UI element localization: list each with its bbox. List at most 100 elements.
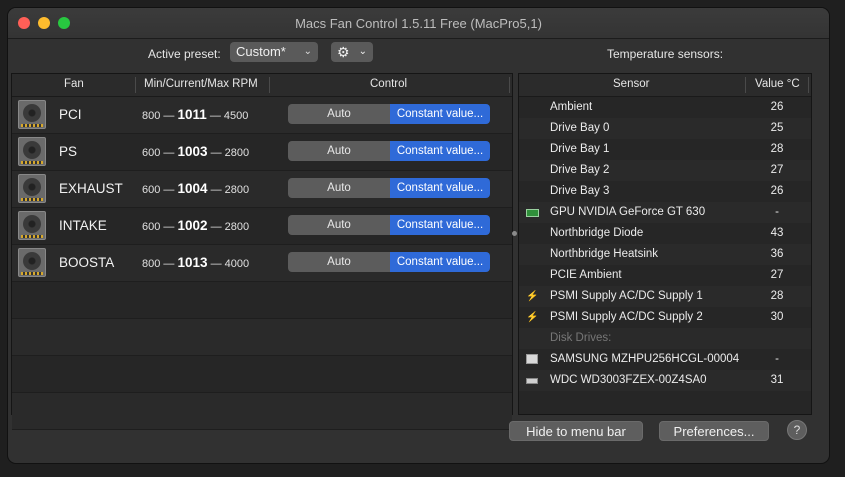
fan-rpm-current: 1002 <box>177 218 208 233</box>
gear-icon: ⚙ <box>337 44 350 60</box>
sensor-row[interactable]: Ambient 26 <box>519 97 811 118</box>
sensor-table: Sensor Value °C Ambient 26 Drive Bay 0 25 Dr… <box>518 73 812 415</box>
sensor-name: Drive Bay 2 <box>550 164 610 176</box>
sensor-rows: Ambient 26 Drive Bay 0 25 Drive Bay 1 28 Drive… <box>519 97 811 391</box>
sensor-name: WDC WD3003FZEX-00Z4SA0 <box>550 374 707 386</box>
fan-auto-button[interactable]: Auto <box>288 141 390 161</box>
fan-icon <box>18 248 46 277</box>
settings-menu-button[interactable]: ⚙ ⌄ <box>331 42 373 62</box>
hdd-icon <box>526 378 538 384</box>
fan-icon <box>18 211 46 240</box>
sensor-value: - <box>775 353 779 365</box>
sensor-row[interactable]: GPU NVIDIA GeForce GT 630 - <box>519 202 811 223</box>
fan-name: PCI <box>59 107 82 122</box>
column-header-control[interactable]: Control <box>370 78 407 90</box>
fan-row: EXHAUST 600 — 1004 — 2800 Auto Constant val… <box>12 171 512 208</box>
sensor-name: Northbridge Heatsink <box>550 248 659 260</box>
sensor-name: Ambient <box>550 101 593 113</box>
fan-rpm-max: 2800 <box>224 147 250 159</box>
fan-rpm-current: 1004 <box>177 181 208 196</box>
fan-constant-value-button[interactable]: Constant value... <box>390 215 490 235</box>
active-preset-label: Active preset: <box>148 47 221 61</box>
fan-rpm: 800 — 1011 — 4500 <box>142 107 249 122</box>
sensor-value: 26 <box>770 185 784 197</box>
fan-row: PS 600 — 1003 — 2800 Auto Constant value... <box>12 134 512 171</box>
sensor-table-header: Sensor Value °C <box>519 74 811 97</box>
sensor-row[interactable]: Drive Bay 1 28 <box>519 139 811 160</box>
sensor-value: 27 <box>770 269 784 281</box>
preferences-button[interactable]: Preferences... <box>659 421 769 441</box>
fan-row: PCI 800 — 1011 — 4500 Auto Constant value..… <box>12 97 512 134</box>
chevron-updown-icon: ⌄ <box>303 46 312 57</box>
fan-control-segmented: Auto Constant value... <box>288 252 490 272</box>
title-bar: Macs Fan Control 1.5.11 Free (MacPro5,1) <box>8 8 829 39</box>
sensor-row[interactable]: SAMSUNG MZHPU256HCGL-00004 - <box>519 349 811 370</box>
fan-icon <box>18 100 46 129</box>
ssd-icon <box>526 354 538 364</box>
sensor-row[interactable]: Drive Bay 0 25 <box>519 118 811 139</box>
column-header-rpm[interactable]: Min/Current/Max RPM <box>144 78 258 90</box>
column-header-sensor[interactable]: Sensor <box>613 78 649 90</box>
sensor-row[interactable]: Northbridge Heatsink 36 <box>519 244 811 265</box>
sensor-row[interactable]: ⚡ PSMI Supply AC/DC Supply 1 28 <box>519 286 811 307</box>
fan-name: INTAKE <box>59 218 107 233</box>
sensor-name: SAMSUNG MZHPU256HCGL-00004 <box>550 353 740 365</box>
chevron-down-icon: ⌄ <box>358 46 367 57</box>
fan-rpm-min: 800 <box>142 110 161 122</box>
sensor-name: Disk Drives: <box>550 332 612 344</box>
fan-auto-button[interactable]: Auto <box>288 215 390 235</box>
column-header-fan[interactable]: Fan <box>64 78 84 90</box>
fan-rpm-current: 1013 <box>177 255 208 270</box>
fan-rpm: 600 — 1002 — 2800 <box>142 218 250 233</box>
sensor-row[interactable]: Drive Bay 2 27 <box>519 160 811 181</box>
fan-icon <box>18 174 46 203</box>
sensor-name: PSMI Supply AC/DC Supply 1 <box>550 290 703 302</box>
fan-control-segmented: Auto Constant value... <box>288 215 490 235</box>
bolt-icon: ⚡ <box>526 291 539 302</box>
fan-rpm-max: 4000 <box>224 258 250 270</box>
sensor-row[interactable]: PCIE Ambient 27 <box>519 265 811 286</box>
sensor-row[interactable]: ⚡ PSMI Supply AC/DC Supply 2 30 <box>519 307 811 328</box>
fan-control-segmented: Auto Constant value... <box>288 141 490 161</box>
fan-rpm-max: 2800 <box>224 221 250 233</box>
sensor-value: 26 <box>770 101 784 113</box>
fan-constant-value-button[interactable]: Constant value... <box>390 252 490 272</box>
sensor-name: PSMI Supply AC/DC Supply 2 <box>550 311 703 323</box>
hide-to-menu-bar-button[interactable]: Hide to menu bar <box>509 421 643 441</box>
fan-rpm-min: 800 <box>142 258 161 270</box>
sensor-row[interactable]: Northbridge Diode 43 <box>519 223 811 244</box>
fan-rpm: 600 — 1004 — 2800 <box>142 181 250 196</box>
sensor-section-header: Disk Drives: <box>519 328 811 349</box>
sensor-row[interactable]: WDC WD3003FZEX-00Z4SA0 31 <box>519 370 811 391</box>
split-view-handle[interactable] <box>512 231 517 236</box>
fan-rpm-max: 4500 <box>223 110 249 122</box>
sensor-row[interactable]: Drive Bay 3 26 <box>519 181 811 202</box>
fan-control-segmented: Auto Constant value... <box>288 178 490 198</box>
sensor-value: 30 <box>770 311 784 323</box>
fan-control-segmented: Auto Constant value... <box>288 104 490 124</box>
fan-rpm-current: 1011 <box>177 107 207 122</box>
fan-constant-value-button[interactable]: Constant value... <box>390 104 490 124</box>
sensor-value: 28 <box>770 290 784 302</box>
fan-table-header: Fan Min/Current/Max RPM Control <box>12 74 512 97</box>
sensor-value: 25 <box>770 122 784 134</box>
sensor-name: GPU NVIDIA GeForce GT 630 <box>550 206 706 218</box>
fan-rpm-max: 2800 <box>224 184 250 196</box>
fan-name: PS <box>59 144 78 159</box>
fan-auto-button[interactable]: Auto <box>288 104 390 124</box>
fan-constant-value-button[interactable]: Constant value... <box>390 178 490 198</box>
column-header-value[interactable]: Value °C <box>755 78 800 90</box>
sensor-value: 43 <box>770 227 784 239</box>
temperature-sensors-label: Temperature sensors: <box>607 47 724 61</box>
sensor-name: PCIE Ambient <box>550 269 622 281</box>
fan-auto-button[interactable]: Auto <box>288 252 390 272</box>
fan-icon <box>18 137 46 166</box>
fan-auto-button[interactable]: Auto <box>288 178 390 198</box>
help-button[interactable]: ? <box>787 420 807 440</box>
sensor-name: Drive Bay 1 <box>550 143 610 155</box>
fan-rpm: 600 — 1003 — 2800 <box>142 144 250 159</box>
preset-select[interactable]: Custom* ⌄ <box>230 42 318 62</box>
fan-row: BOOSTA 800 — 1013 — 4000 Auto Constant valu… <box>12 245 512 282</box>
fan-constant-value-button[interactable]: Constant value... <box>390 141 490 161</box>
empty-row <box>12 356 512 393</box>
